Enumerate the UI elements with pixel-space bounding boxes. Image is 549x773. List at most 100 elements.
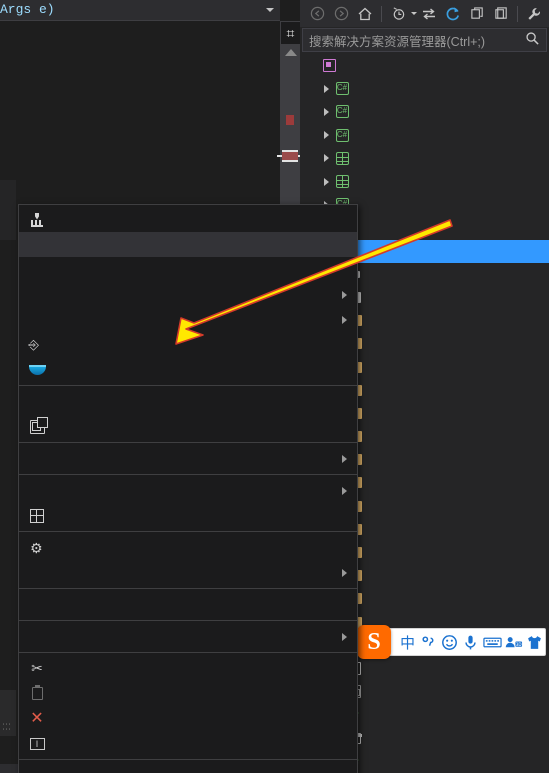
csharp-project-icon: C# — [335, 105, 349, 119]
submenu-chevron-icon — [342, 290, 347, 299]
menu-item[interactable] — [19, 624, 357, 649]
tree-item-icon — [320, 59, 338, 73]
menu-item[interactable] — [19, 307, 357, 332]
code-text-fragment: Args e) — [0, 2, 55, 18]
magnifier-glyph — [526, 32, 539, 45]
menu-item-icon — [19, 685, 55, 700]
remove-x-icon: ✕ — [30, 709, 44, 727]
menu-item-icon: ✕ — [19, 709, 55, 727]
clipboard-icon — [31, 685, 43, 700]
search-icon[interactable] — [525, 31, 546, 49]
tree-row[interactable] — [300, 170, 549, 193]
sync-arrows-icon — [423, 7, 435, 20]
chinese-mode-button[interactable]: 中 — [397, 634, 418, 651]
pending-changes-filter-button[interactable] — [386, 3, 410, 25]
menu-item[interactable]: ⎆ — [19, 332, 357, 357]
solution-icon — [322, 59, 336, 73]
menu-item-icon — [19, 416, 55, 434]
menu-separator — [19, 442, 357, 443]
menu-item[interactable]: ✕ — [19, 706, 357, 731]
editor-gutter-strip-upper — [0, 180, 16, 240]
menu-item[interactable] — [19, 257, 357, 282]
menu-item[interactable]: ✂ — [19, 656, 357, 681]
emoji-button[interactable] — [439, 634, 460, 651]
menu-item[interactable]: I — [19, 731, 357, 756]
menu-item-icon: I — [19, 737, 55, 750]
project-context-menu[interactable]: ⎆⚙✂✕I➜🔧 — [18, 204, 358, 773]
gear-icon: ⚙ — [30, 539, 43, 556]
menu-separator — [19, 620, 357, 621]
back-button[interactable] — [305, 3, 329, 25]
menu-item[interactable] — [19, 414, 357, 439]
tree-row[interactable] — [300, 54, 549, 77]
toolbar-separator — [517, 5, 518, 22]
menu-item[interactable] — [19, 503, 357, 528]
menu-item[interactable] — [19, 446, 357, 471]
editor-navigation-dropdown[interactable]: Args e) — [0, 0, 280, 21]
scroll-up-arrow-icon[interactable] — [285, 49, 297, 56]
visual-studio-window: Args e) ⋯ ⋯ ⌗ 搜索解决方案资源管理器(Ctrl+;) C# C# … — [0, 0, 549, 773]
expander-collapsed-icon[interactable] — [319, 84, 333, 93]
nuget-icon — [30, 508, 44, 523]
menu-item-icon — [19, 213, 55, 227]
new-solution-view-icon — [29, 416, 48, 434]
submenu-chevron-icon — [342, 632, 347, 641]
menu-separator — [19, 588, 357, 589]
menu-separator — [19, 652, 357, 653]
collapse-all-button[interactable] — [465, 3, 489, 25]
menu-item[interactable] — [19, 282, 357, 307]
menu-item[interactable]: ⚙ — [19, 535, 357, 560]
expander-collapsed-icon[interactable] — [319, 107, 333, 116]
home-button[interactable] — [353, 3, 377, 25]
refresh-button[interactable] — [441, 3, 465, 25]
menu-item[interactable] — [19, 232, 357, 257]
menu-item — [19, 681, 357, 706]
show-all-files-button[interactable] — [489, 3, 513, 25]
tree-row[interactable] — [300, 147, 549, 170]
solution-explorer-toolbar — [300, 0, 549, 27]
scissors-icon: ✂ — [31, 660, 43, 676]
expander-collapsed-icon[interactable] — [319, 131, 333, 140]
wrench-icon — [528, 7, 540, 20]
sogou-logo-icon[interactable]: S — [357, 625, 391, 659]
scrollbar-thumb[interactable] — [282, 150, 298, 162]
expander-collapsed-icon[interactable] — [319, 154, 333, 163]
csharp-project-icon: C# — [335, 82, 349, 96]
menu-item[interactable] — [19, 478, 357, 503]
properties-button[interactable] — [522, 3, 546, 25]
skin-button[interactable] — [524, 634, 545, 651]
menu-item-icon — [19, 508, 55, 523]
tree-row[interactable]: C# — [300, 77, 549, 100]
punctuation-mode-button[interactable] — [418, 634, 439, 651]
voice-input-button[interactable] — [460, 634, 481, 651]
menu-item[interactable] — [19, 560, 357, 585]
search-input[interactable]: 搜索解决方案资源管理器(Ctrl+;) — [303, 31, 525, 50]
menu-item-icon — [19, 364, 55, 375]
menu-item-icon: ⚙ — [19, 541, 55, 555]
tree-item-icon: C# — [333, 128, 351, 142]
expander-collapsed-icon[interactable] — [319, 177, 333, 186]
chevron-down-icon[interactable] — [266, 8, 274, 12]
menu-item[interactable] — [19, 763, 357, 773]
tree-row[interactable]: C# — [300, 100, 549, 123]
tree-row[interactable]: C# — [300, 124, 549, 147]
menu-item[interactable] — [19, 357, 357, 382]
menu-item[interactable] — [19, 207, 357, 232]
solution-explorer-search-box[interactable]: 搜索解决方案资源管理器(Ctrl+;) — [302, 28, 547, 52]
build-icon — [29, 213, 45, 227]
home-icon — [358, 7, 372, 20]
editor-resize-dots[interactable]: ⋯ ⋯ — [2, 720, 16, 736]
web-project-icon — [335, 175, 349, 189]
soft-keyboard-button[interactable] — [482, 634, 503, 651]
user-center-button[interactable]: 3D — [503, 634, 524, 651]
refresh-icon — [446, 6, 460, 20]
editor-split-handle[interactable]: ⌗ — [281, 22, 300, 44]
svg-text:中: 中 — [400, 634, 415, 651]
show-all-files-icon — [494, 7, 507, 19]
menu-item[interactable] — [19, 389, 357, 414]
menu-item[interactable] — [19, 592, 357, 617]
menu-separator — [19, 385, 357, 386]
tree-item-icon — [333, 175, 351, 189]
sync-with-active-document-button[interactable] — [417, 3, 441, 25]
forward-button[interactable] — [329, 3, 353, 25]
